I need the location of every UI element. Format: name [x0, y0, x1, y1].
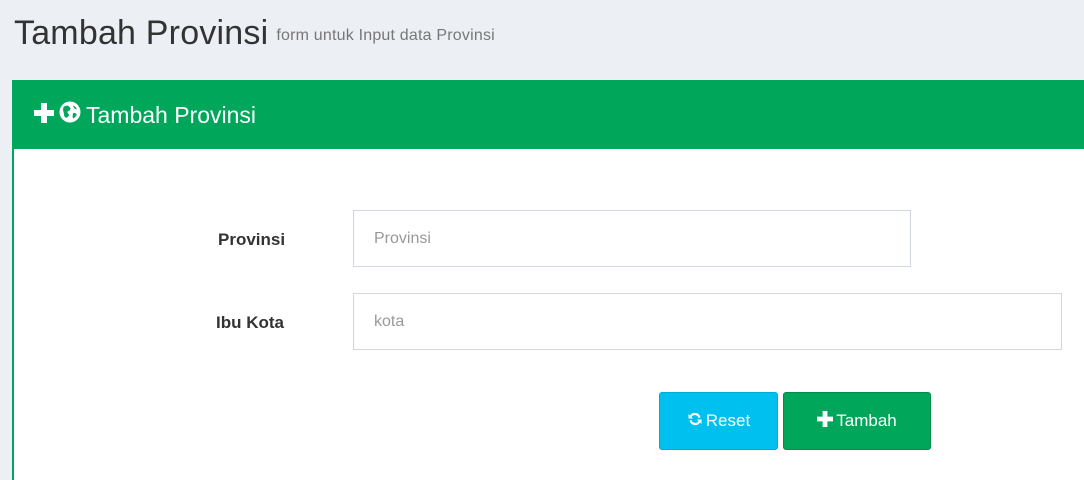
- page-subtitle: form untuk Input data Provinsi: [276, 27, 495, 44]
- tambah-button-label: Tambah: [836, 411, 897, 430]
- page-title-text: Tambah Provinsi: [14, 14, 269, 52]
- ibu-kota-input[interactable]: [353, 293, 1062, 350]
- provinsi-label: Provinsi: [218, 230, 286, 249]
- box-title-text: Tambah Provinsi: [86, 101, 257, 128]
- provinsi-input[interactable]: [353, 210, 911, 267]
- plus-icon: [34, 102, 54, 129]
- plus-icon: [817, 410, 834, 432]
- ibu-kota-label: Ibu Kota: [216, 313, 284, 332]
- refresh-icon: [687, 411, 703, 432]
- box-title: Tambah Provinsi: [34, 101, 256, 129]
- reset-button[interactable]: Reset: [659, 392, 778, 450]
- content-header: Tambah Provinsi form untuk Input data Pro…: [0, 0, 1084, 80]
- reset-button-label: Reset: [705, 411, 751, 430]
- form-box: Tambah Provinsi Provinsi Ibu Kota Reset …: [12, 80, 1084, 480]
- tambah-button[interactable]: Tambah: [783, 392, 931, 450]
- box-header: Tambah Provinsi: [14, 80, 1084, 149]
- globe-icon: [59, 101, 81, 129]
- page-title: Tambah Provinsi form untuk Input data Pro…: [14, 14, 495, 53]
